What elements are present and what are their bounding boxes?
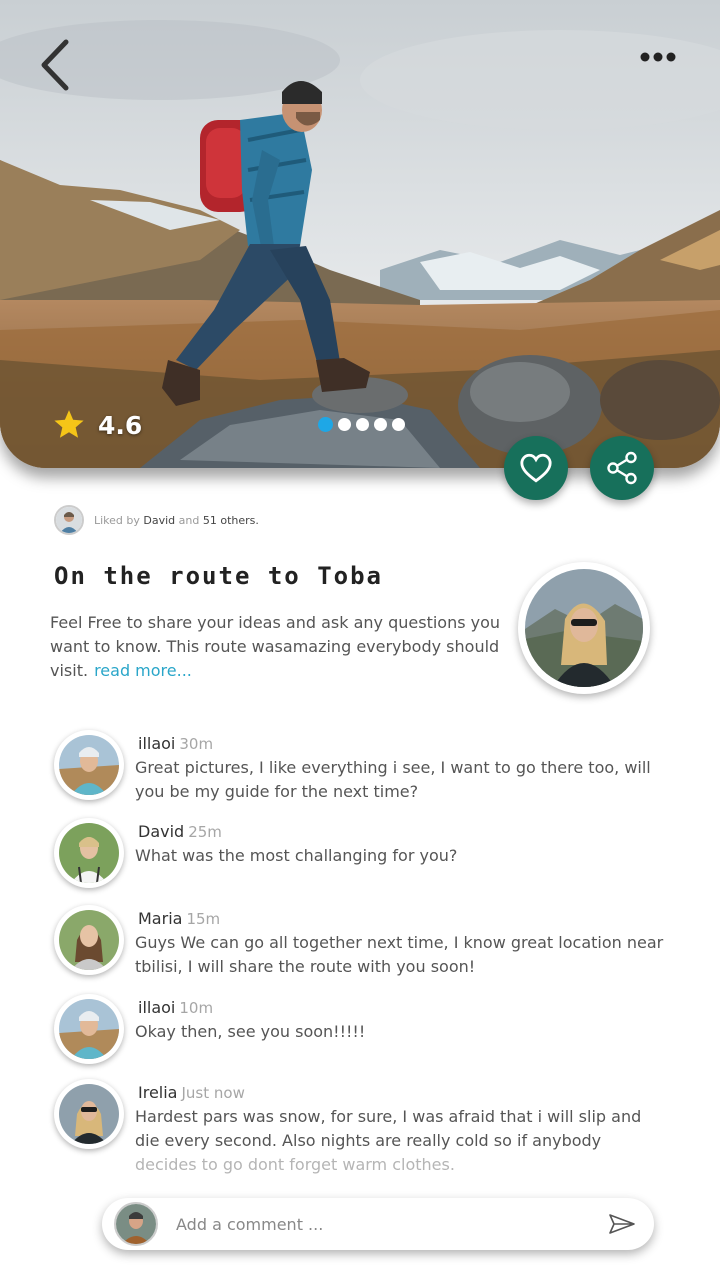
more-horizontal-icon [640, 52, 676, 62]
comment-text: Guys We can go all together next time, I… [135, 933, 664, 976]
post-description: Feel Free to share your ideas and ask an… [50, 611, 520, 683]
comment-text: What was the most challanging for you? [135, 846, 458, 865]
comment-text: Hardest pars was snow, for sure, I was a… [135, 1105, 665, 1177]
carousel-dot[interactable] [338, 418, 351, 431]
star-icon [54, 410, 84, 438]
heart-icon [520, 453, 552, 483]
current-user-avatar [114, 1202, 158, 1246]
author-avatar[interactable] [518, 562, 650, 694]
read-more-link[interactable]: read more... [94, 661, 192, 680]
commenter-name[interactable]: David [138, 822, 184, 841]
likes-conjunction: and [178, 513, 200, 527]
avatar[interactable] [54, 1079, 124, 1149]
carousel-dot[interactable] [356, 418, 369, 431]
commenter-name[interactable]: Irelia [138, 1083, 177, 1102]
likes-prefix: Liked by [94, 513, 140, 527]
comment-time: Just now [181, 1084, 245, 1102]
comment-text-main: Hardest pars was snow, for sure, I was a… [135, 1107, 642, 1150]
carousel-dot[interactable] [318, 417, 333, 432]
carousel-dot[interactable] [392, 418, 405, 431]
commenter-name[interactable]: illaoi [138, 734, 175, 753]
comment-time: 10m [179, 999, 214, 1017]
likes-summary[interactable]: Liked by David and 51 others. [54, 505, 259, 535]
comment-composer [102, 1198, 654, 1250]
share-button[interactable] [590, 436, 654, 500]
more-options-button[interactable] [634, 46, 684, 68]
rating-value: 4.6 [98, 410, 143, 440]
like-button[interactable] [504, 436, 568, 500]
post-title: On the route to Toba [54, 562, 383, 590]
rating: 4.6 [52, 408, 142, 442]
comment-time: 30m [179, 735, 214, 753]
comment-text: Great pictures, I like everything i see,… [135, 758, 651, 801]
commenter-name[interactable]: illaoi [138, 998, 175, 1017]
avatar [54, 505, 84, 535]
commenter-name[interactable]: Maria [138, 909, 182, 928]
comment-text: Okay then, see you soon!!!!! [135, 1022, 366, 1041]
avatar[interactable] [54, 730, 124, 800]
avatar[interactable] [54, 994, 124, 1064]
comment-text-faded: decides to go dont forget warm clothes. [135, 1155, 455, 1174]
carousel-dot[interactable] [374, 418, 387, 431]
comment-input[interactable] [176, 1208, 576, 1240]
likes-name[interactable]: David [143, 514, 175, 527]
chevron-left-icon [41, 39, 69, 91]
comment-time: 15m [186, 910, 221, 928]
send-icon [609, 1214, 635, 1234]
carousel-indicator [318, 417, 405, 432]
hero-image: 4.6 [0, 0, 720, 468]
avatar[interactable] [54, 818, 124, 888]
share-icon [607, 451, 637, 485]
back-button[interactable] [34, 38, 78, 92]
comment-time: 25m [188, 823, 222, 841]
avatar[interactable] [54, 905, 124, 975]
likes-others[interactable]: 51 others. [203, 514, 259, 527]
likes-text: Liked by David and 51 others. [94, 514, 259, 527]
send-button[interactable] [608, 1212, 636, 1236]
hiker-photo [0, 0, 720, 468]
